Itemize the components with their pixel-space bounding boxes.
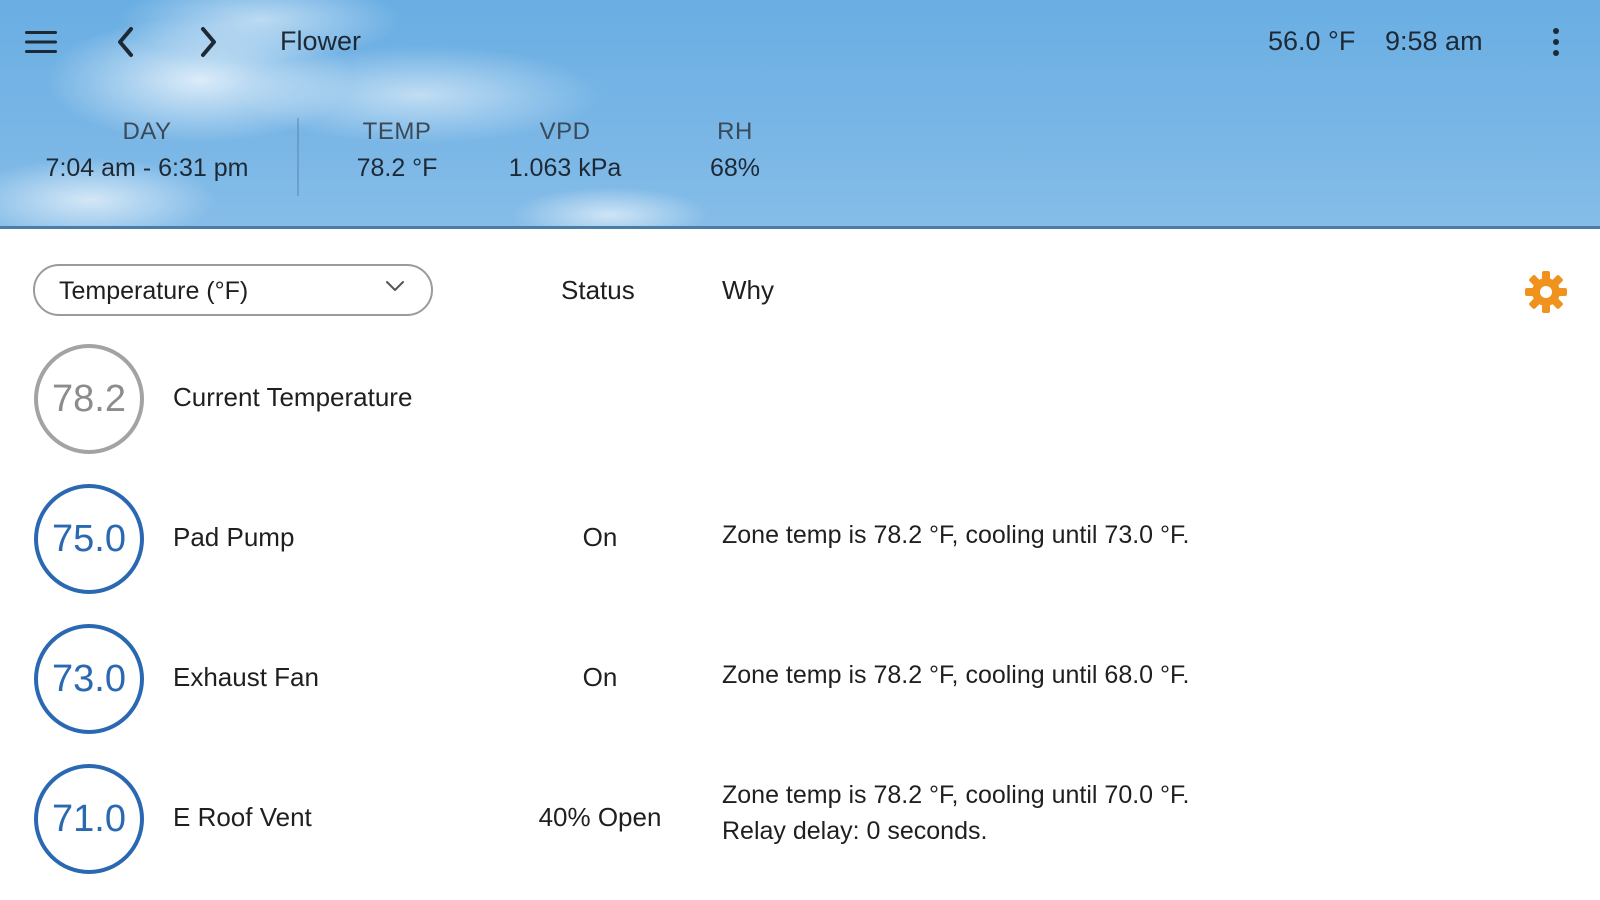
row-name: E Roof Vent (173, 802, 312, 832)
day-value: 7:04 am - 6:31 pm (45, 154, 249, 182)
chevron-right-icon[interactable] (186, 20, 230, 64)
row-why: Zone temp is 78.2 °F, cooling until 70.0… (722, 777, 1189, 849)
setpoint-circle[interactable]: 75.0 (34, 484, 144, 594)
temp-value: 78.2 °F (356, 154, 438, 182)
setpoint-circle[interactable]: 71.0 (34, 764, 144, 874)
gear-icon[interactable] (1520, 266, 1572, 318)
current-temperature-gauge: 78.2 (34, 344, 144, 454)
more-vertical-icon[interactable] (1534, 20, 1578, 64)
row-status: 40% Open (538, 802, 662, 832)
sensor-select-value: Temperature (°F) (59, 277, 249, 305)
vpd-label: VPD (539, 118, 591, 145)
rh-value: 68% (709, 154, 761, 182)
row-why: Zone temp is 78.2 °F, cooling until 68.0… (722, 661, 1190, 689)
equipment-row-pad-pump[interactable]: 75.0 Pad Pump On Zone temp is 78.2 °F, c… (0, 482, 1600, 597)
equipment-row-e-roof-vent[interactable]: 71.0 E Roof Vent 40% Open Zone temp is 7… (0, 762, 1600, 877)
current-time: 9:58 am (1385, 26, 1483, 56)
outside-temperature: 56.0 °F (1268, 26, 1356, 56)
row-name: Pad Pump (173, 522, 295, 552)
header: Flower 56.0 °F 9:58 am DAY 7:04 am - 6:3… (0, 0, 1600, 229)
row-why: Zone temp is 78.2 °F, cooling until 73.0… (722, 521, 1190, 549)
stat-divider (297, 118, 299, 196)
row-name: Exhaust Fan (173, 662, 319, 692)
hamburger-menu-icon[interactable] (19, 20, 63, 64)
why-column-header: Why (722, 275, 774, 305)
row-why-line: Relay delay: 0 seconds. (722, 817, 988, 845)
equipment-row-exhaust-fan[interactable]: 73.0 Exhaust Fan On Zone temp is 78.2 °F… (0, 622, 1600, 737)
current-temperature-row: 78.2 Current Temperature (0, 342, 1600, 457)
status-column-header: Status (561, 275, 635, 305)
zone-title: Flower (280, 26, 362, 56)
rh-stat: RH 68% (680, 118, 790, 183)
setpoint-circle[interactable]: 73.0 (34, 624, 144, 734)
chevron-left-icon[interactable] (104, 20, 148, 64)
temp-label: TEMP (362, 118, 432, 145)
day-label: DAY (122, 118, 172, 145)
sensor-select-dropdown[interactable]: Temperature (°F) (33, 264, 433, 316)
vpd-stat: VPD 1.063 kPa (490, 118, 640, 183)
rh-label: RH (717, 118, 753, 145)
chevron-down-icon (385, 279, 405, 298)
vpd-value: 1.063 kPa (508, 154, 622, 182)
row-name: Current Temperature (173, 382, 413, 412)
row-status: On (582, 662, 618, 692)
row-why-line: Zone temp is 78.2 °F, cooling until 70.0… (722, 781, 1190, 809)
day-stat: DAY 7:04 am - 6:31 pm (24, 118, 270, 183)
temp-stat: TEMP 78.2 °F (332, 118, 462, 183)
top-bar: Flower 56.0 °F 9:58 am (0, 0, 1600, 86)
row-status: On (582, 522, 618, 552)
